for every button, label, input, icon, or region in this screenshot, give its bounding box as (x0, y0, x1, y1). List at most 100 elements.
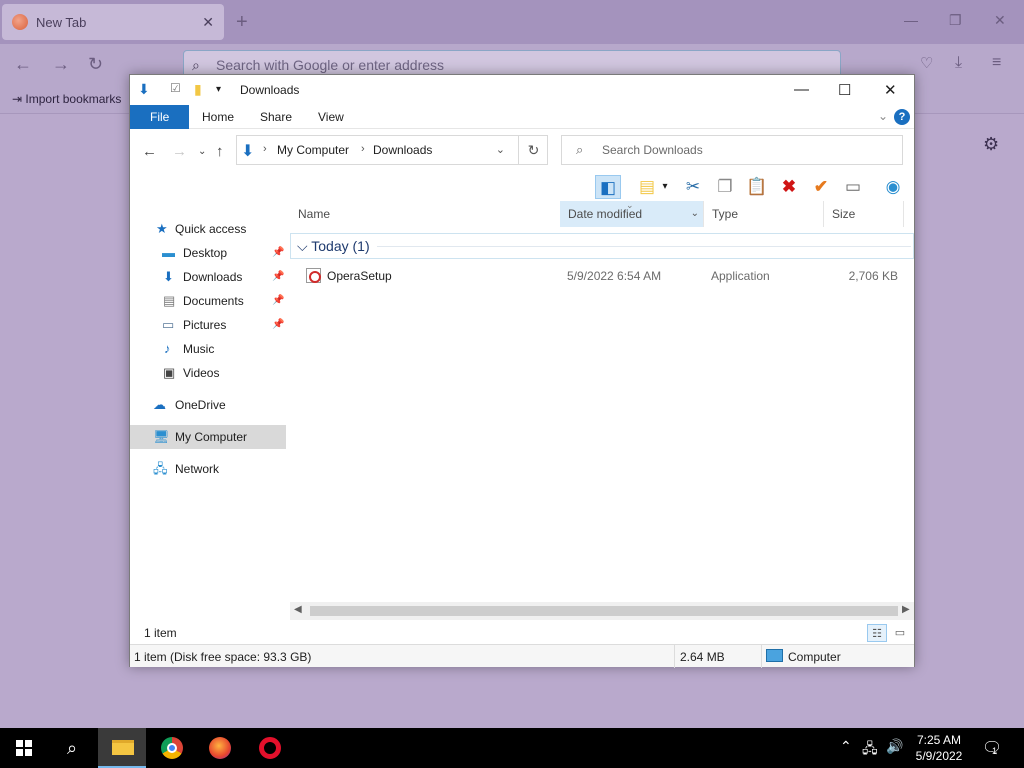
window-title: Downloads (240, 83, 300, 97)
globe-icon[interactable]: ◉ (880, 175, 906, 199)
customize-quick-access-icon[interactable]: ▾ (216, 84, 221, 95)
taskbar-file-explorer[interactable] (98, 728, 146, 768)
reload-icon[interactable]: ↻ (88, 54, 103, 75)
group-label: ⌵ Today (1) (297, 238, 370, 254)
minimize-icon[interactable]: — (794, 81, 809, 98)
new-folder-icon[interactable]: ▮ (194, 81, 202, 98)
forward-arrow-icon[interactable]: → (172, 143, 187, 160)
rename-check-icon[interactable]: ✔ (808, 175, 834, 199)
column-header-type[interactable]: Type (704, 201, 824, 227)
minimize-browser-icon[interactable]: — (904, 12, 918, 28)
sidebar-item-videos[interactable]: ▣ Videos (130, 361, 286, 385)
table-row[interactable]: OperaSetup 5/9/2022 6:54 AM Application … (290, 265, 914, 287)
volume-icon[interactable]: 🔊 (886, 738, 903, 755)
breadcrumb-my-computer[interactable]: My Computer (277, 143, 349, 157)
scroll-right-icon[interactable]: ▶ (902, 604, 910, 615)
taskbar-chrome[interactable] (148, 728, 196, 768)
computer-icon (766, 649, 783, 662)
menu-icon[interactable]: ≡ (992, 54, 1001, 72)
forward-icon[interactable]: → (52, 54, 70, 75)
help-icon[interactable]: ? (894, 109, 910, 125)
pin-icon[interactable]: 📌 (272, 289, 284, 313)
large-icons-view-icon[interactable]: ▭ (890, 624, 910, 642)
taskbar-firefox[interactable] (196, 728, 244, 768)
close-browser-icon[interactable]: ✕ (994, 12, 1006, 29)
address-dropdown-icon[interactable]: ⌄ (496, 143, 505, 156)
tab-file[interactable]: File (130, 105, 190, 129)
system-clock[interactable]: 7:25 AM 5/9/2022 (910, 732, 968, 764)
properties-icon[interactable]: ▭ (840, 175, 866, 199)
maximize-icon[interactable]: ☐ (838, 81, 851, 99)
paste-icon[interactable]: 📋 (744, 175, 770, 199)
downloads-icon[interactable]: ⤓ (955, 54, 962, 72)
status-divider (761, 645, 762, 668)
breadcrumb-separator-icon[interactable]: › (361, 143, 365, 155)
address-bar[interactable]: ⬇ › My Computer › Downloads ⌄ (236, 135, 548, 165)
sidebar-item-quick-access[interactable]: ★ Quick access (130, 217, 286, 241)
breadcrumb-downloads[interactable]: Downloads (373, 143, 432, 157)
sidebar-item-label: OneDrive (175, 398, 226, 412)
back-icon[interactable]: ← (14, 54, 32, 75)
tab-home[interactable]: Home (188, 105, 248, 129)
up-arrow-icon[interactable]: ↑ (216, 143, 224, 160)
refresh-icon[interactable]: ↻ (518, 135, 548, 165)
cut-icon[interactable]: ✂ (680, 175, 706, 199)
sidebar-item-label: Downloads (183, 270, 243, 284)
sidebar-item-my-computer[interactable]: 🖥 My Computer (130, 425, 286, 449)
copy-icon[interactable]: ❐ (712, 175, 738, 199)
pocket-icon[interactable]: ♡ (920, 54, 933, 72)
group-header-today[interactable]: ⌵ Today (1) (290, 233, 914, 259)
chevron-down-icon[interactable]: ⌄ (691, 201, 699, 227)
taskbar-opera[interactable] (246, 728, 294, 768)
column-header-label: Size (832, 207, 856, 221)
column-header-date-modified[interactable]: ⌄ Date modified ⌄ (560, 200, 704, 227)
browser-tab-new-tab[interactable]: New Tab ✕ (2, 4, 224, 40)
preview-pane-icon[interactable]: ◧ (595, 175, 621, 199)
sidebar-item-label: Documents (183, 294, 244, 308)
horizontal-scrollbar[interactable]: ◀ ▶ (290, 602, 914, 620)
properties-icon[interactable]: ☑ (170, 81, 181, 95)
notification-center-icon[interactable]: 🗨 1 (982, 738, 1002, 758)
delete-icon[interactable]: ✖ (776, 175, 802, 199)
chevron-down-icon[interactable]: ⌄ (878, 109, 888, 123)
sidebar-item-desktop[interactable]: ▬ Desktop 📌 (130, 241, 286, 265)
tab-view[interactable]: View (304, 105, 358, 129)
scrollbar-thumb[interactable] (310, 606, 898, 616)
search-button[interactable]: ⌕ (48, 728, 96, 768)
start-button[interactable] (0, 728, 48, 768)
column-header-name[interactable]: Name (290, 201, 560, 227)
sidebar-item-network[interactable]: 🖧 Network (130, 457, 286, 481)
new-item-dropdown-icon[interactable]: ▾ (658, 175, 672, 199)
gear-icon[interactable]: ⚙ (983, 134, 999, 155)
cloud-icon: ☁ (153, 397, 166, 412)
scroll-left-icon[interactable]: ◀ (294, 604, 302, 615)
new-folder-icon[interactable]: ▤ (634, 175, 660, 199)
pin-icon[interactable]: 📌 (272, 313, 284, 337)
import-bookmarks-button[interactable]: ⇥ Import bookmarks (12, 92, 121, 106)
close-tab-icon[interactable]: ✕ (202, 14, 214, 31)
sidebar-item-onedrive[interactable]: ☁ OneDrive (130, 393, 286, 417)
pin-icon[interactable]: 📌 (272, 265, 284, 289)
sidebar-item-label: Videos (183, 366, 220, 380)
restore-browser-icon[interactable]: ❐ (949, 12, 962, 29)
show-hidden-icons-icon[interactable]: ⌃ (840, 738, 852, 755)
item-count-bar: 1 item ☷ ▭ (130, 621, 914, 645)
search-box[interactable]: ⌕ Search Downloads (561, 135, 903, 165)
new-tab-button[interactable]: + (236, 11, 248, 34)
pin-icon[interactable]: 📌 (272, 241, 284, 265)
sidebar-item-label: Network (175, 462, 220, 476)
sidebar-item-documents[interactable]: ▤ Documents 📌 (130, 289, 286, 313)
sidebar-item-music[interactable]: ♪ Music (130, 337, 286, 361)
tab-share[interactable]: Share (246, 105, 306, 129)
network-tray-icon[interactable]: 🖧 (862, 738, 878, 762)
sidebar-item-pictures[interactable]: ▭ Pictures 📌 (130, 313, 286, 337)
recent-locations-icon[interactable]: ⌄ (198, 146, 206, 157)
group-divider (377, 246, 911, 247)
download-icon: ⬇ (163, 269, 174, 284)
column-header-size[interactable]: Size (824, 201, 904, 227)
close-icon[interactable]: ✕ (884, 81, 897, 99)
sidebar-item-downloads[interactable]: ⬇ Downloads 📌 (130, 265, 286, 289)
details-view-icon[interactable]: ☷ (867, 624, 887, 642)
breadcrumb-separator-icon[interactable]: › (263, 143, 267, 155)
back-arrow-icon[interactable]: ← (142, 143, 157, 160)
